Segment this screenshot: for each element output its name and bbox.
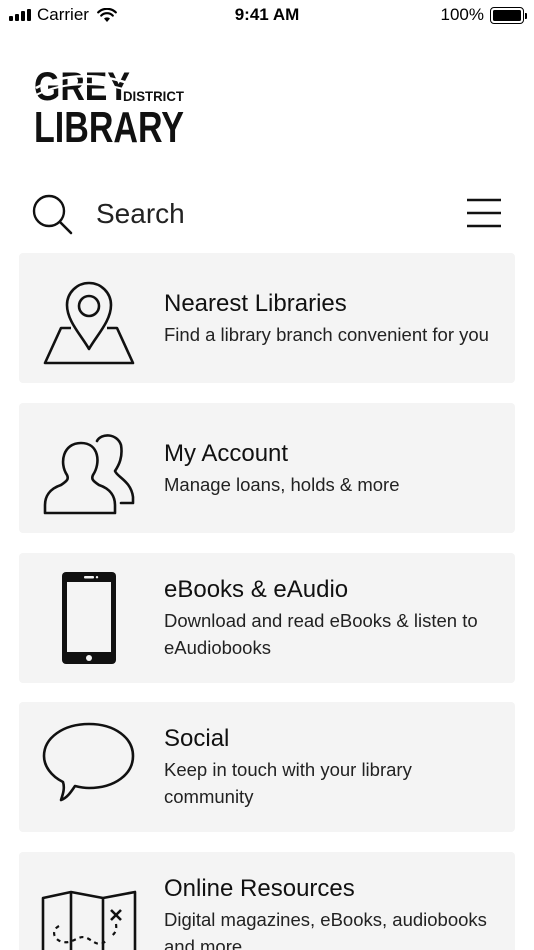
card-online-resources[interactable]: Online Resources Digital magazines, eBoo… bbox=[19, 852, 515, 950]
card-text: Online Resources Digital magazines, eBoo… bbox=[164, 874, 504, 950]
app-screen: Carrier 9:41 AM 100% GREY DISTRICT LIBRA… bbox=[0, 0, 534, 950]
card-description: Manage loans, holds & more bbox=[164, 474, 400, 495]
smartphone-icon bbox=[62, 572, 116, 664]
treasure-map-icon bbox=[41, 890, 137, 950]
battery-icon bbox=[490, 6, 527, 24]
users-icon bbox=[43, 434, 135, 515]
card-title: Online Resources bbox=[164, 875, 355, 902]
card-description: Digital magazines, eBooks, audiobooks an… bbox=[164, 909, 487, 950]
card-my-account[interactable]: My Account Manage loans, holds & more bbox=[19, 403, 515, 533]
card-description: Download and read eBooks & listen to eAu… bbox=[164, 610, 478, 658]
status-bar: Carrier 9:41 AM 100% bbox=[0, 0, 534, 30]
hamburger-menu-icon[interactable] bbox=[466, 196, 502, 230]
status-bar-right: 100% bbox=[440, 5, 527, 25]
search-icon[interactable] bbox=[30, 192, 74, 236]
card-text: eBooks & eAudio Download and read eBooks… bbox=[164, 575, 504, 661]
battery-percent: 100% bbox=[440, 5, 484, 24]
card-nearest-libraries[interactable]: Nearest Libraries Find a library branch … bbox=[19, 253, 515, 383]
grey-district-library-logo: GREY DISTRICT LIBRARY bbox=[34, 65, 184, 146]
logo-library-text: LIBRARY bbox=[34, 103, 184, 146]
card-title: eBooks & eAudio bbox=[164, 576, 349, 603]
logo-district-text: DISTRICT bbox=[123, 88, 184, 104]
card-title: Social bbox=[164, 725, 230, 752]
card-ebooks-eaudio[interactable]: eBooks & eAudio Download and read eBooks… bbox=[19, 553, 515, 683]
card-text: Nearest Libraries Find a library branch … bbox=[164, 289, 504, 348]
card-title: Nearest Libraries bbox=[164, 290, 347, 317]
card-description: Find a library branch convenient for you bbox=[164, 324, 489, 345]
speech-bubble-icon bbox=[42, 722, 135, 802]
search-label[interactable]: Search bbox=[96, 198, 185, 230]
card-text: Social Keep in touch with your library c… bbox=[164, 724, 504, 810]
card-description: Keep in touch with your library communit… bbox=[164, 759, 412, 807]
search-bar[interactable]: Search bbox=[0, 188, 534, 240]
card-social[interactable]: Social Keep in touch with your library c… bbox=[19, 702, 515, 832]
card-title: My Account bbox=[164, 440, 289, 467]
card-text: My Account Manage loans, holds & more bbox=[164, 439, 504, 498]
map-pin-icon bbox=[43, 281, 135, 365]
